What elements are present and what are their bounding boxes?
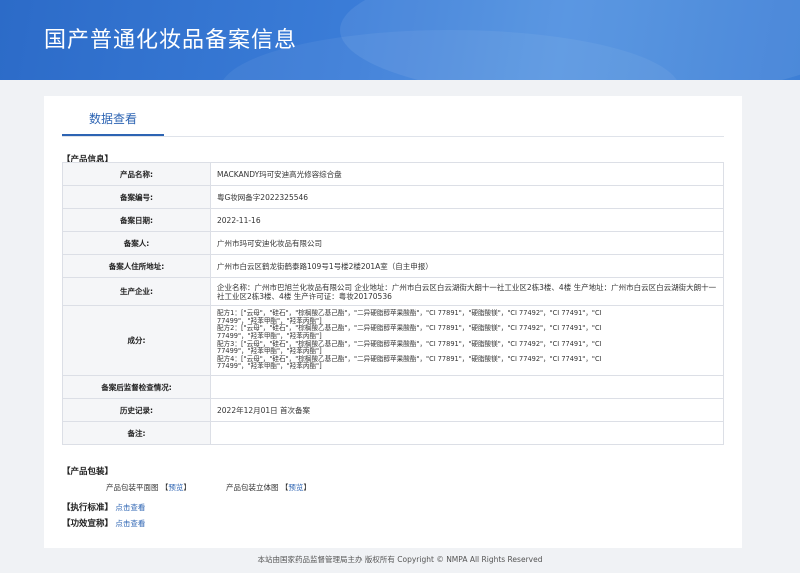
table-row: 历史记录: 2022年12月01日 首次备案 [62, 398, 724, 422]
ingredients-value: 配方1：["云母"，"硅石"，"棕榈酸乙基己酯"，"二异硬脂醇苹果酸酯"，"CI… [210, 305, 724, 376]
section-title-packaging: 【产品包装】 [62, 467, 114, 477]
packaging-stereo: 产品包装立体图 【预览】 [226, 483, 311, 492]
table-row: 成分: 配方1：["云母"，"硅石"，"棕榈酸乙基己酯"，"二异硬脂醇苹果酸酯"… [62, 305, 724, 376]
table-row: 备注: [62, 421, 724, 445]
table-row: 生产企业: 企业名称：广州市巴旭兰化妆品有限公司 企业地址：广州市白云区白云湖街… [62, 277, 724, 306]
section-title-efficacy: 【功效宣称】 [62, 519, 114, 529]
packaging-stereo-label: 产品包装立体图 [226, 483, 279, 492]
table-row: 备案日期: 2022-11-16 [62, 208, 724, 232]
row-label: 备案日期: [62, 208, 211, 232]
row-label: 备案编号: [62, 185, 211, 209]
record-number-value: 粤G妆网备字2022325546 [210, 185, 724, 209]
page-header: 国产普通化妆品备案信息 [0, 0, 800, 80]
standard-view-link[interactable]: 点击查看 [115, 503, 145, 512]
table-row: 备案人住所地址: 广州市白云区鹤龙街鹤泰路109号1号楼2楼201A室（自主申报… [62, 254, 724, 278]
history-value: 2022年12月01日 首次备案 [210, 398, 724, 422]
packaging-flat: 产品包装平面图 【预览】 [106, 483, 191, 492]
flat-preview-link[interactable]: 预览 [168, 483, 183, 492]
row-label: 备案后监督检查情况: [62, 375, 211, 399]
record-date-value: 2022-11-16 [210, 208, 724, 232]
tab-data-view[interactable]: 数据查看 [62, 96, 164, 136]
ingredient-line: 77499"，"羟苯甲酯"，"羟苯丙酯"] [217, 362, 322, 371]
registrant-value: 广州市玛可安迪化妆品有限公司 [210, 231, 724, 255]
packaging-flat-label: 产品包装平面图 [106, 483, 159, 492]
product-name-value: MACKANDY玛可安迪高光修容综合盘 [210, 162, 724, 186]
remarks-value [210, 421, 724, 445]
tab-bar: 数据查看 [62, 96, 724, 137]
row-label: 成分: [62, 305, 211, 376]
table-row: 备案人: 广州市玛可安迪化妆品有限公司 [62, 231, 724, 255]
page-title: 国产普通化妆品备案信息 [44, 28, 298, 53]
row-label: 备案人: [62, 231, 211, 255]
efficacy-line: 【功效宣称】 点击查看 [62, 517, 145, 529]
row-label: 产品名称: [62, 162, 211, 186]
row-label: 生产企业: [62, 277, 211, 306]
manufacturer-value: 企业名称：广州市巴旭兰化妆品有限公司 企业地址：广州市白云区白云湖街大朗十一社工… [210, 277, 724, 306]
stereo-preview-link[interactable]: 预览 [288, 483, 303, 492]
supervision-value [210, 375, 724, 399]
standard-line: 【执行标准】 点击查看 [62, 501, 145, 513]
row-label: 备案人住所地址: [62, 254, 211, 278]
efficacy-view-link[interactable]: 点击查看 [115, 519, 145, 528]
table-row: 备案后监督检查情况: [62, 375, 724, 399]
table-row: 备案编号: 粤G妆网备字2022325546 [62, 185, 724, 209]
product-info-table: 产品名称: MACKANDY玛可安迪高光修容综合盘 备案编号: 粤G妆网备字20… [62, 162, 724, 445]
table-row: 产品名称: MACKANDY玛可安迪高光修容综合盘 [62, 162, 724, 186]
page-footer: 本站由国家药品监督管理局主办 版权所有 Copyright © NMPA All… [257, 555, 543, 564]
section-title-standard: 【执行标准】 [62, 503, 114, 513]
row-label: 备注: [62, 421, 211, 445]
registrant-address-value: 广州市白云区鹤龙街鹤泰路109号1号楼2楼201A室（自主申报） [210, 254, 724, 278]
content-panel: 数据查看 【产品信息】 产品名称: MACKANDY玛可安迪高光修容综合盘 备案… [44, 96, 742, 548]
row-label: 历史记录: [62, 398, 211, 422]
